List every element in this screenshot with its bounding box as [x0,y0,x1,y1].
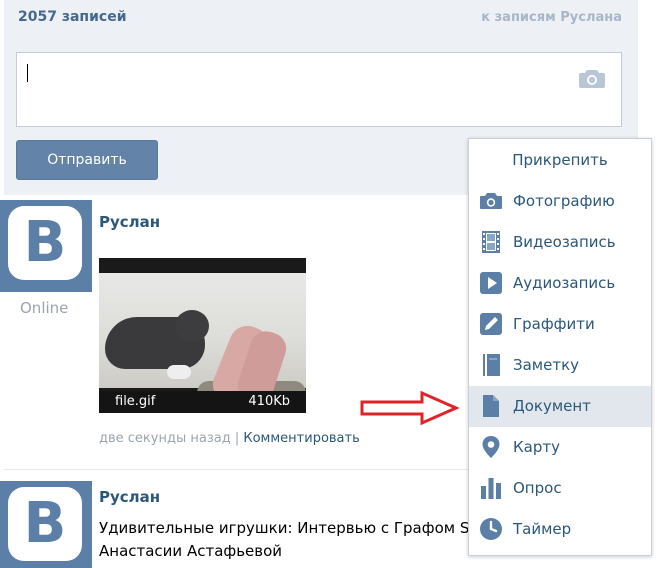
gif-file-name: file.gif [115,394,156,409]
menu-item-audio[interactable]: Аудиозапись [469,263,651,304]
post-text-line: Анастасии Астафьевой [99,542,283,560]
gif-preview-image [99,273,306,411]
gif-scene-cat-paw [167,365,191,379]
audio-icon [480,272,502,294]
poll-icon [481,478,501,499]
menu-item-poll[interactable]: Опрос [469,468,651,509]
graffiti-icon [480,313,502,335]
post-divider [4,469,468,470]
vk-logo-letter: B [23,210,67,275]
gif-info-bar: file.gif 410Kb [99,391,306,413]
timer-icon [480,518,502,540]
camera-icon[interactable] [579,68,605,88]
red-arrow-annotation [360,390,460,426]
avatar-tile: B [8,206,82,280]
to-author-posts-link[interactable]: к записям Руслана [481,10,622,25]
menu-item-label: Документ [513,397,591,415]
avatar[interactable]: B [0,481,92,568]
menu-item-label: Карту [513,438,560,456]
menu-item-label: Заметку [513,356,580,374]
menu-item-timer[interactable]: Таймер [469,509,651,550]
note-icon [483,354,500,376]
text-cursor [27,64,28,82]
meta-separator: | [234,431,240,446]
menu-item-label: Аудиозапись [513,274,616,292]
post-compose-input[interactable] [16,52,622,127]
document-icon [483,395,499,417]
gif-scene-cat-head [175,310,209,342]
post-text: Удивительные игрушки: Интервью с Графом … [99,517,471,563]
menu-item-label: Таймер [513,520,572,538]
vk-logo-letter: B [23,491,67,556]
avatar-tile: B [8,487,82,561]
menu-item-video[interactable]: Видеозапись [469,222,651,263]
menu-item-label: Граффити [513,315,595,333]
menu-item-label: Опрос [513,479,562,497]
post-count: 2057 записей [18,9,127,25]
post-meta: две секунды назад | Комментировать [99,431,360,446]
send-button[interactable]: Отправить [16,140,158,180]
menu-item-document[interactable]: Документ [469,386,651,427]
post-author[interactable]: Руслан [99,488,160,506]
gif-attachment[interactable]: file.gif 410Kb [99,258,306,413]
menu-item-photo[interactable]: Фотографию [469,181,651,222]
video-icon [482,231,500,253]
attach-dropdown-menu: Прикрепить Фотографию Видеозапись Аудиоз… [468,138,652,556]
menu-item-map[interactable]: Карту [469,427,651,468]
post-author[interactable]: Руслан [99,213,160,231]
gif-file-size: 410Kb [248,394,290,409]
attach-menu-title[interactable]: Прикрепить [469,139,651,181]
menu-item-note[interactable]: Заметку [469,345,651,386]
avatar[interactable]: B [0,200,92,292]
menu-item-label: Фотографию [513,192,615,210]
menu-item-graffiti[interactable]: Граффити [469,304,651,345]
post-text-line: Удивительные игрушки: Интервью с Графом … [99,519,470,537]
menu-item-label: Видеозапись [513,233,616,251]
comment-link[interactable]: Комментировать [243,431,359,446]
photo-icon [480,193,502,209]
post-time[interactable]: две секунды назад [99,431,231,446]
online-status: Online [20,299,69,317]
map-pin-icon [482,436,500,458]
